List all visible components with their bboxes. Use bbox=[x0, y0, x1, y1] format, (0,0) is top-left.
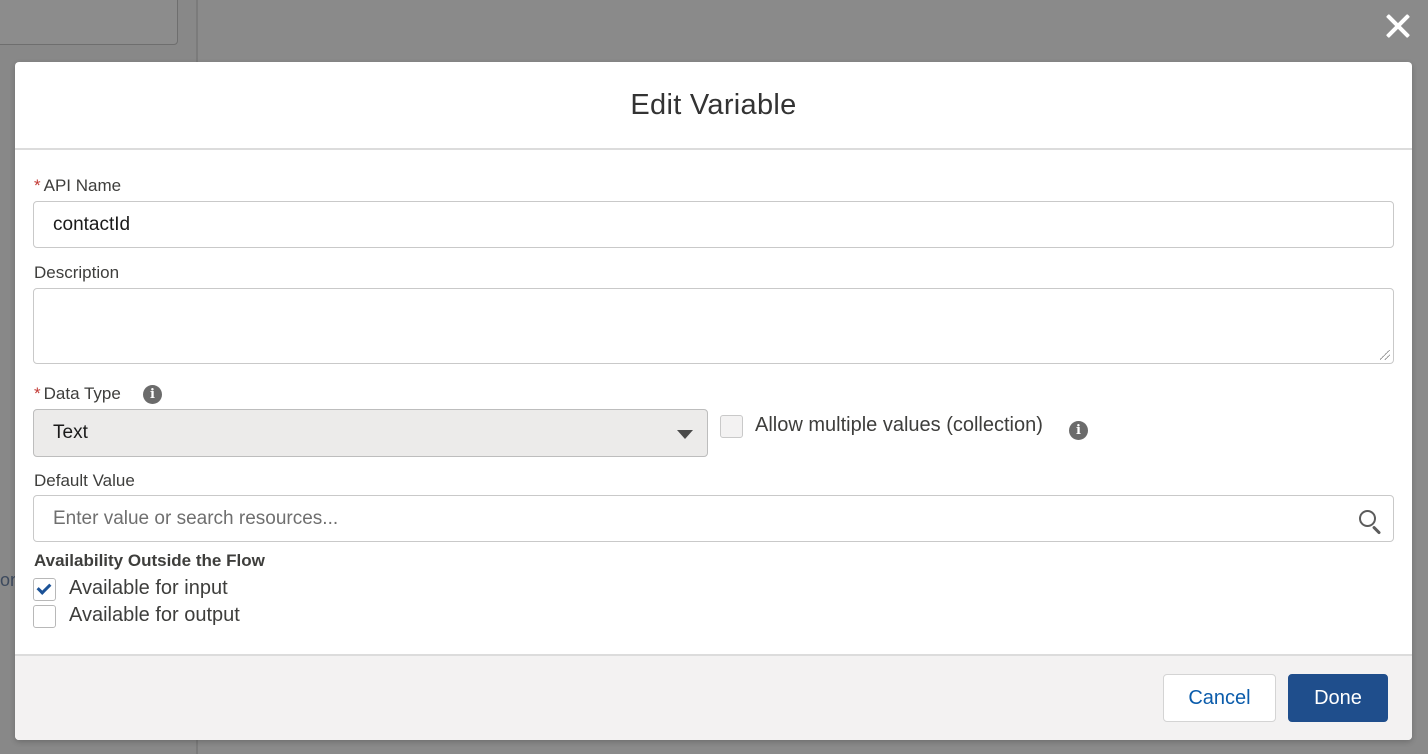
api-name-label: * API Name bbox=[34, 176, 122, 195]
modal-title: Edit Variable bbox=[630, 88, 797, 121]
check-icon bbox=[36, 580, 52, 595]
available-for-output-label: Available for output bbox=[69, 604, 240, 626]
background-box bbox=[0, 0, 178, 45]
modal-footer: Cancel Done bbox=[15, 654, 1412, 740]
allow-multiple-info-icon[interactable]: i bbox=[1069, 421, 1088, 440]
search-icon[interactable] bbox=[1358, 509, 1384, 535]
cancel-button[interactable]: Cancel bbox=[1163, 674, 1276, 722]
modal-header: Edit Variable bbox=[15, 62, 1412, 150]
data-type-select[interactable]: Text bbox=[33, 409, 708, 457]
availability-section-title: Availability Outside the Flow bbox=[34, 551, 265, 570]
chevron-down-icon bbox=[677, 430, 693, 439]
api-name-input[interactable]: contactId bbox=[33, 201, 1394, 248]
close-icon[interactable] bbox=[1380, 8, 1416, 44]
available-for-input-label: Available for input bbox=[69, 577, 228, 599]
resize-grip-icon[interactable] bbox=[1380, 350, 1390, 360]
default-value-input[interactable]: Enter value or search resources... bbox=[33, 495, 1394, 542]
available-for-output-checkbox[interactable] bbox=[33, 605, 56, 628]
allow-multiple-checkbox[interactable] bbox=[720, 415, 743, 438]
edit-variable-modal: Edit Variable * API Name contactId Descri… bbox=[15, 62, 1412, 740]
data-type-info-icon[interactable]: i bbox=[143, 385, 162, 404]
description-textarea[interactable] bbox=[33, 288, 1394, 364]
allow-multiple-label: Allow multiple values (collection) bbox=[755, 414, 1043, 436]
modal-body: * API Name contactId Description * Data Ty… bbox=[15, 150, 1412, 654]
required-marker: * bbox=[34, 176, 41, 195]
done-button[interactable]: Done bbox=[1288, 674, 1388, 722]
required-marker: * bbox=[34, 384, 41, 403]
available-for-input-checkbox[interactable] bbox=[33, 578, 56, 601]
data-type-label: * Data Type bbox=[34, 384, 121, 403]
description-label: Description bbox=[34, 263, 120, 282]
default-value-label: Default Value bbox=[34, 471, 135, 490]
